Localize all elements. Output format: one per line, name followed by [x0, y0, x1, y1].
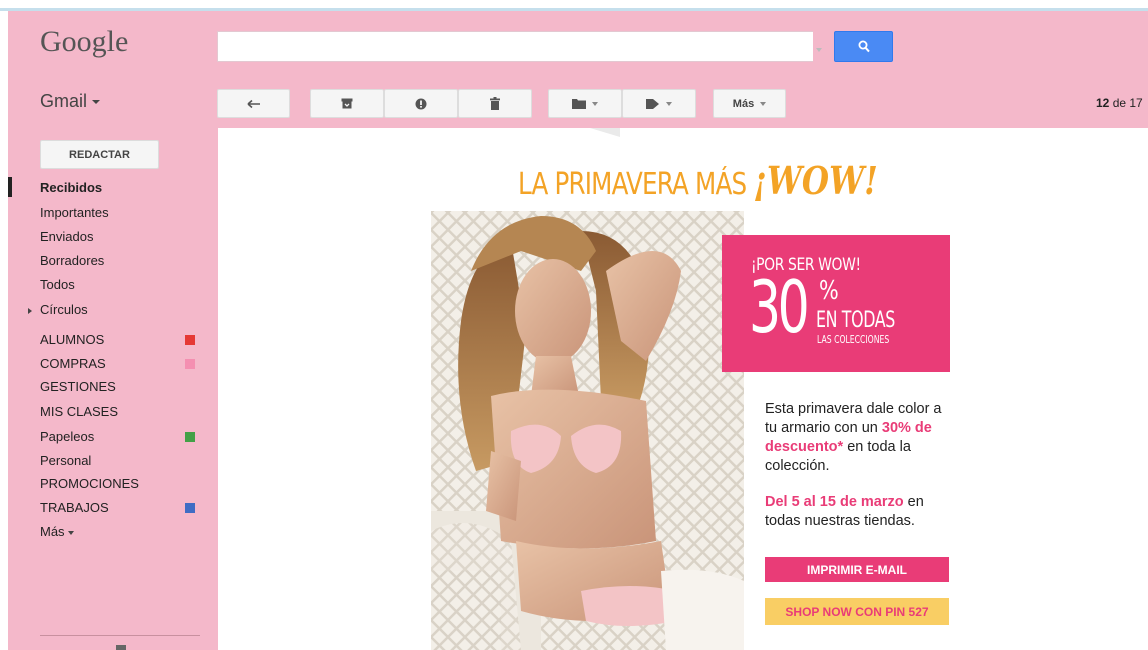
chevron-down-icon — [760, 101, 767, 106]
label-papeleos[interactable]: Papeleos — [40, 429, 94, 444]
dates-highlight: Del 5 al 15 de marzo — [765, 494, 904, 510]
search-options-caret-icon[interactable] — [816, 48, 822, 52]
label-personal[interactable]: Personal — [40, 453, 91, 468]
sidebar-divider — [40, 635, 200, 636]
sidebar-item-circles[interactable]: Círculos — [40, 302, 88, 317]
promo-dates: Del 5 al 15 de marzo en todas nuestras t… — [765, 493, 955, 531]
promo-line2: LAS COLECCIONES — [817, 333, 890, 346]
sidebar-item-drafts[interactable]: Borradores — [40, 253, 104, 268]
label-color-swatch — [185, 335, 195, 345]
label-gestiones[interactable]: GESTIONES — [40, 379, 116, 394]
report-spam-button[interactable] — [384, 89, 458, 118]
trash-icon — [490, 97, 500, 110]
top-border — [0, 0, 1148, 11]
gmail-menu[interactable]: Gmail — [40, 91, 101, 112]
active-indicator — [8, 177, 12, 197]
model-photo — [431, 211, 744, 650]
more-actions-button[interactable]: Más — [713, 89, 786, 118]
email-headline: LA PRIMAVERA MÁS ¡WOW! — [518, 158, 878, 203]
label-alumnos[interactable]: ALUMNOS — [40, 332, 104, 347]
chevron-down-icon — [92, 100, 101, 105]
promo-percent-sign: % — [819, 276, 839, 306]
move-to-button[interactable] — [548, 89, 622, 118]
chat-status-icon[interactable] — [116, 645, 126, 650]
expand-arrow-icon[interactable] — [28, 308, 32, 314]
divider-shadow — [590, 128, 620, 137]
sidebar-item-all[interactable]: Todos — [40, 277, 75, 292]
tag-icon — [646, 98, 659, 109]
counter-range: 12 — [1096, 96, 1110, 110]
sidebar-more-label: Más — [40, 524, 65, 539]
search-box[interactable] — [217, 31, 813, 62]
shop-now-button[interactable]: SHOP NOW CON PIN 527 — [765, 598, 949, 625]
promo-line1: EN TODAS — [816, 308, 895, 333]
label-color-swatch — [185, 432, 195, 442]
label-color-swatch — [185, 503, 195, 513]
sidebar: REDACTAR Recibidos Importantes Enviados … — [8, 128, 218, 650]
print-email-button[interactable]: IMPRIMIR E-MAIL — [765, 557, 949, 582]
chevron-down-icon — [67, 530, 74, 535]
sidebar-item-inbox[interactable]: Recibidos — [40, 180, 102, 195]
sidebar-item-important[interactable]: Importantes — [40, 205, 109, 220]
email-body: LA PRIMAVERA MÁS ¡WOW! ¡POR SER WOW! 30 … — [218, 128, 1148, 650]
delete-button[interactable] — [458, 89, 532, 118]
label-mis-clases[interactable]: MIS CLASES — [40, 404, 118, 419]
gmail-menu-label: Gmail — [40, 91, 88, 111]
alert-icon — [415, 98, 427, 109]
label-promociones[interactable]: PROMOCIONES — [40, 476, 139, 491]
sidebar-item-sent[interactable]: Enviados — [40, 229, 93, 244]
more-actions-label: Más — [732, 97, 755, 110]
search-button[interactable] — [834, 31, 893, 62]
search-input[interactable] — [218, 32, 798, 61]
label-color-swatch — [185, 359, 195, 369]
back-button[interactable] — [217, 89, 290, 118]
labels-button[interactable] — [622, 89, 696, 118]
message-counter: 12 de 17 — [1096, 96, 1143, 110]
headline-main: LA PRIMAVERA MÁS — [518, 167, 747, 202]
header-bar: Google — [8, 11, 1148, 76]
chevron-down-icon — [666, 101, 672, 106]
label-trabajos[interactable]: TRABAJOS — [40, 500, 109, 515]
search-icon — [858, 40, 870, 53]
archive-icon — [341, 98, 353, 109]
chevron-down-icon — [592, 101, 598, 106]
headline-wow: ¡WOW! — [753, 158, 878, 203]
archive-button[interactable] — [310, 89, 384, 118]
sidebar-more[interactable]: Más — [40, 524, 74, 539]
label-compras[interactable]: COMPRAS — [40, 356, 106, 371]
back-arrow-icon — [246, 99, 260, 108]
promo-percent: 30 — [749, 265, 810, 349]
discount-banner: ¡POR SER WOW! 30 % EN TODAS LAS COLECCIO… — [722, 235, 950, 372]
counter-total: de 17 — [1112, 96, 1143, 110]
toolbar: Gmail Más 12 de 17 — [8, 76, 1148, 128]
promo-description: Esta primavera dale color a tu armario c… — [765, 400, 955, 476]
google-logo[interactable]: Google — [40, 25, 128, 59]
compose-button[interactable]: REDACTAR — [40, 140, 159, 169]
folder-icon — [572, 99, 586, 109]
